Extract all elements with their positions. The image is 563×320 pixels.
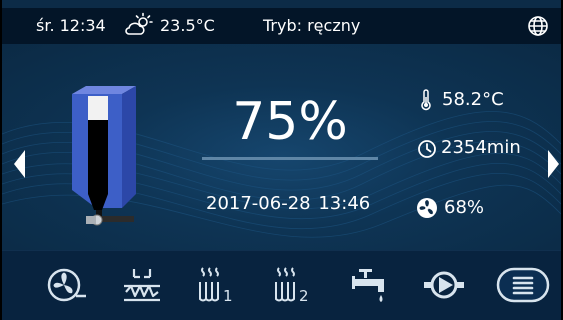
- fan-icon: [417, 198, 437, 218]
- pump-icon: [424, 271, 464, 299]
- water-tap-button[interactable]: [348, 265, 392, 305]
- heater-button[interactable]: [120, 265, 164, 305]
- main-panel: 75% 2017-06-28 13:46 58.2°C 2354min 68%: [2, 44, 561, 250]
- feeder-hopper-image: [72, 86, 136, 226]
- thermometer-icon: [421, 89, 431, 111]
- radiator-icon: 1: [199, 267, 233, 305]
- globe-icon[interactable]: [527, 15, 549, 37]
- circuit-1-label: 1: [223, 287, 233, 305]
- time-value: 13:46: [318, 193, 371, 214]
- menu-button[interactable]: [496, 265, 550, 305]
- outdoor-temperature: 23.5°C: [160, 16, 215, 35]
- level-divider: [202, 157, 378, 160]
- radiator-icon: 2: [275, 267, 309, 305]
- time-readout: 2354min: [417, 136, 547, 162]
- menu-icon: [496, 267, 550, 303]
- temperature-readout: 58.2°C: [420, 88, 530, 114]
- heating-circuit-2-button[interactable]: 2: [270, 265, 314, 305]
- date-value: 2017-06-28: [206, 193, 311, 214]
- mode-label: Tryb: ręczny: [263, 16, 361, 35]
- bottom-toolbar: 1 2: [2, 250, 561, 320]
- circuit-2-label: 2: [299, 287, 309, 305]
- status-bar: śr. 12:34 23.5°C Tryb: ręczny: [2, 8, 561, 44]
- fan-button[interactable]: [46, 265, 90, 305]
- day-time: śr. 12:34: [36, 16, 106, 35]
- date-time-display: 2017-06-28 13:46: [206, 192, 370, 216]
- time-counter-value: 2354min: [441, 137, 521, 158]
- water-tap-icon: [352, 269, 384, 302]
- controller-screen: śr. 12:34 23.5°C Tryb: ręczny 75% 2017-0…: [2, 0, 561, 320]
- fan-readout: 68%: [416, 196, 516, 222]
- temperature-value: 58.2°C: [442, 89, 504, 110]
- pump-button[interactable]: [422, 265, 466, 305]
- arrow-left-icon[interactable]: [14, 150, 26, 178]
- heating-element-icon: [124, 269, 160, 302]
- heating-circuit-1-button[interactable]: 1: [194, 265, 238, 305]
- fan-icon: [47, 268, 86, 302]
- fan-value: 68%: [444, 197, 485, 218]
- feeder-level-percent: 75%: [232, 92, 348, 152]
- clock-icon: [418, 140, 436, 158]
- arrow-right-icon[interactable]: [547, 150, 559, 178]
- partly-cloudy-icon: [125, 12, 153, 35]
